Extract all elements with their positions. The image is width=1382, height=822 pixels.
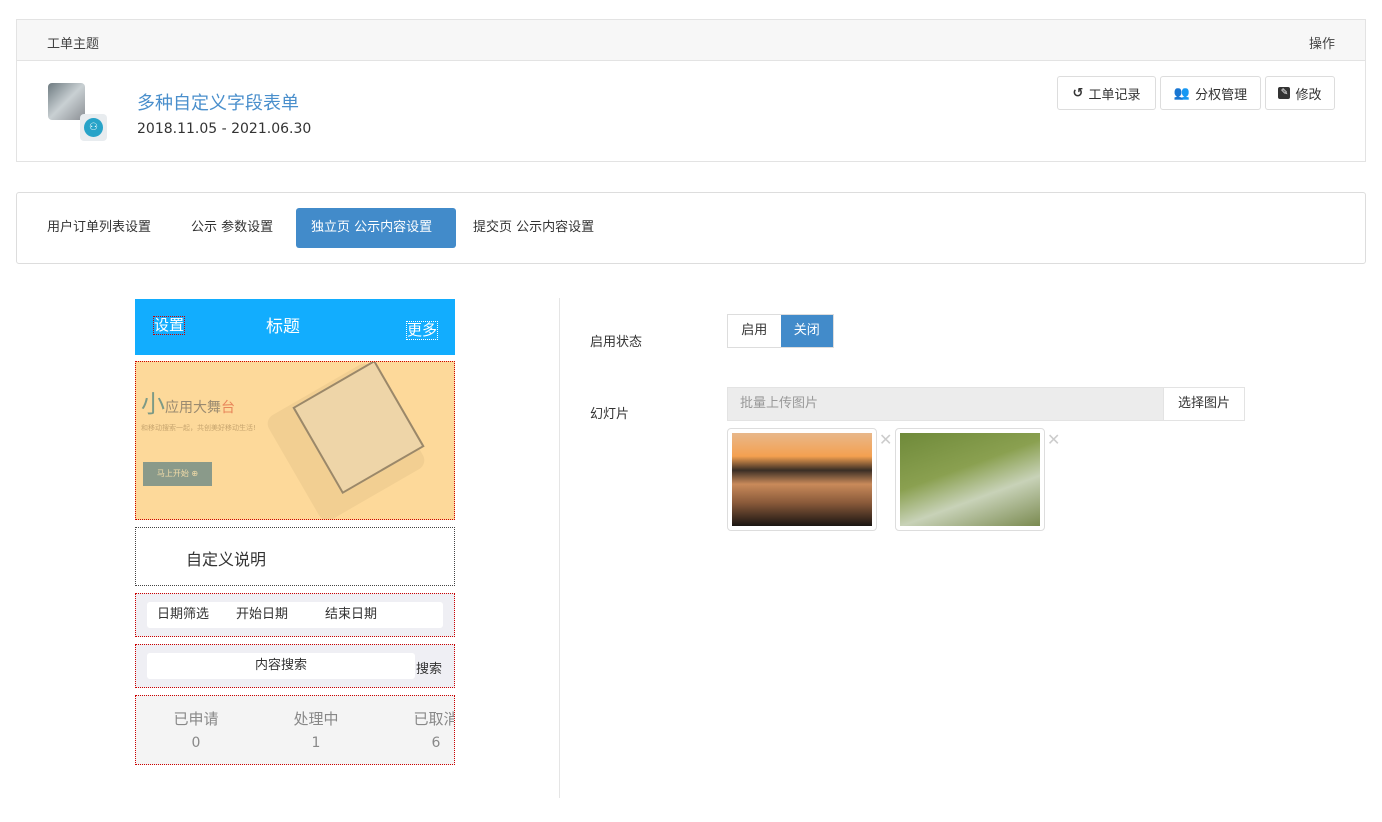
remove-slide-icon[interactable]: ✕ (1047, 430, 1060, 449)
start-date-input[interactable]: 开始日期 (236, 602, 288, 628)
search-bar: 内容搜索 搜索 (135, 644, 455, 688)
group-badge-icon: ⚇ (80, 114, 107, 141)
choose-image-button[interactable]: 选择图片 (1163, 387, 1245, 421)
search-button[interactable]: 搜索 (416, 658, 442, 677)
tab-standalone-page[interactable]: 独立页 公示内容设置 (296, 208, 456, 248)
sunset-fishing-image (732, 433, 872, 526)
custom-description[interactable]: 自定义说明 (135, 527, 455, 586)
status-on-button[interactable]: 启用 (728, 315, 781, 347)
stats-bar: 已申请 0 处理中 1 已取消 6 (135, 695, 455, 765)
preview-navbar: 设置 标题 更多 (135, 299, 455, 355)
ticket-title[interactable]: 多种自定义字段表单 (137, 89, 299, 115)
slide-thumbnail[interactable] (895, 428, 1045, 531)
slides-label: 幻灯片 (590, 407, 630, 422)
nav-more[interactable]: 更多 (406, 321, 439, 340)
banner-cta: 马上开始 ⊕ (143, 462, 212, 486)
custom-description-text: 自定义说明 (186, 550, 267, 569)
tab-order-list[interactable]: 用户订单列表设置 (32, 208, 166, 248)
permission-button[interactable]: 👥 分权管理 (1160, 76, 1261, 110)
end-date-input[interactable]: 结束日期 (325, 602, 377, 628)
stat-processing[interactable]: 处理中 1 (276, 708, 356, 751)
preview-banner[interactable]: 小应用大舞台 和移动搜索一起，共创美好移动生活! 马上开始 ⊕ (135, 361, 455, 520)
date-filter: 日期筛选 开始日期 结束日期 (135, 593, 455, 637)
nav-title: 标题 (266, 317, 300, 337)
users-icon: 👥 (1173, 85, 1191, 101)
search-input[interactable]: 内容搜索 (147, 653, 415, 679)
divider (559, 298, 560, 798)
tab-params[interactable]: 公示 参数设置 (176, 208, 288, 248)
status-off-button[interactable]: 关闭 (780, 315, 833, 347)
history-icon: ↺ (1072, 85, 1084, 101)
table-header: 工单主题 操作 (17, 20, 1365, 61)
stat-applied[interactable]: 已申请 0 (156, 708, 236, 751)
banner-headline: 小应用大舞台 (141, 390, 235, 418)
date-filter-label: 日期筛选 (157, 607, 210, 622)
avatar (48, 83, 85, 120)
lake-fishing-image (900, 433, 1040, 526)
stat-cancelled[interactable]: 已取消 6 (396, 708, 454, 751)
settings-tabs: 用户订单列表设置 公示 参数设置 独立页 公示内容设置 提交页 公示内容设置 (16, 192, 1366, 264)
status-toggle: 启用 关闭 (727, 314, 834, 348)
status-label: 启用状态 (590, 335, 643, 350)
ticket-log-button[interactable]: ↺ 工单记录 (1057, 76, 1156, 110)
edit-button[interactable]: ✎ 修改 (1265, 76, 1335, 110)
nav-settings[interactable]: 设置 (153, 316, 186, 335)
ticket-date-range: 2018.11.05 - 2021.06.30 (137, 121, 312, 137)
header-subject: 工单主题 (47, 37, 100, 52)
header-action: 操作 (1308, 37, 1335, 52)
edit-icon: ✎ (1278, 87, 1291, 99)
banner-subtitle: 和移动搜索一起，共创美好移动生活! (141, 424, 256, 432)
upload-input[interactable]: 批量上传图片 (727, 387, 1164, 421)
slide-thumbnail[interactable] (727, 428, 877, 531)
remove-slide-icon[interactable]: ✕ (879, 430, 892, 449)
tab-submit-page[interactable]: 提交页 公示内容设置 (458, 208, 609, 248)
